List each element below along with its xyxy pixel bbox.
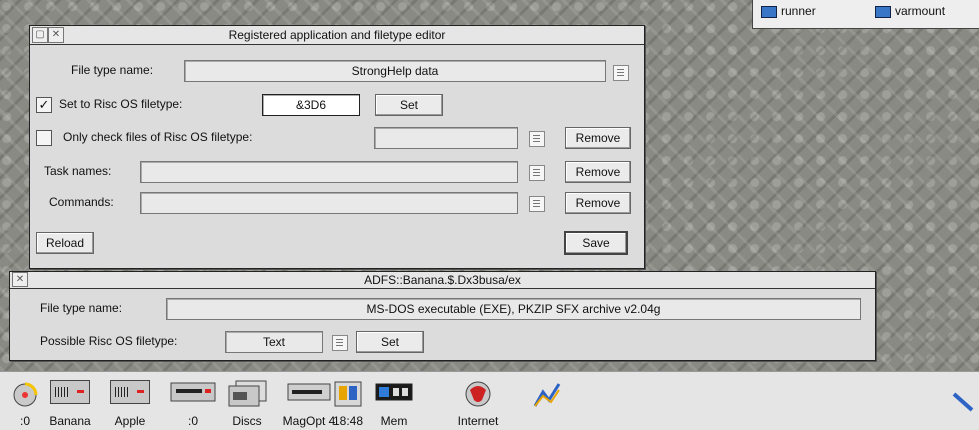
set-filetype-field[interactable]: &3D6 bbox=[262, 94, 360, 116]
possible-filetype-field[interactable]: Text bbox=[225, 331, 323, 353]
iconbar-item-magopt[interactable]: MagOpt 4 bbox=[283, 380, 335, 428]
iconbar-item-internet[interactable]: Internet bbox=[458, 380, 498, 428]
cd-drive-icon bbox=[13, 382, 38, 407]
window-title: ADFS::Banana.$.Dx3busa/ex bbox=[364, 273, 521, 287]
filer-item-runner[interactable]: runner bbox=[761, 4, 816, 18]
iconbar-scroll-indicator bbox=[952, 392, 976, 415]
graph-icon bbox=[533, 383, 561, 407]
window-titlebar[interactable]: ▢ ✕ Registered application and filetype … bbox=[30, 26, 644, 45]
remove-button[interactable]: Remove bbox=[565, 127, 631, 149]
reload-button[interactable]: Reload bbox=[36, 232, 94, 254]
iconbar-label: Banana bbox=[49, 414, 91, 428]
only-check-label: Only check files of Risc OS filetype: bbox=[63, 130, 253, 144]
arrow-icon bbox=[952, 392, 974, 412]
task-names-label: Task names: bbox=[44, 164, 112, 178]
iconbar-item-apple[interactable]: Apple bbox=[110, 380, 150, 428]
iconbar-label: 18:48 bbox=[332, 414, 364, 428]
menu-icon[interactable] bbox=[529, 165, 545, 181]
remove-button[interactable]: Remove bbox=[565, 161, 631, 183]
clock-icon bbox=[334, 381, 362, 407]
iconbar-label: Internet bbox=[457, 414, 499, 428]
only-check-filetype-field[interactable] bbox=[374, 127, 518, 149]
window-title: Registered application and filetype edit… bbox=[228, 28, 446, 42]
floppy-drive-icon bbox=[170, 382, 216, 402]
iconbar-item-floppy[interactable]: :0 bbox=[168, 380, 218, 428]
iconbar-label: Discs bbox=[232, 414, 262, 428]
set-filetype-label: Set to Risc OS filetype: bbox=[59, 97, 183, 111]
possible-filetype-label: Possible Risc OS filetype: bbox=[40, 334, 178, 348]
commands-label: Commands: bbox=[49, 195, 114, 209]
iconbar-label: :0 bbox=[187, 414, 199, 428]
file-type-name-label: File type name: bbox=[71, 63, 154, 77]
iconbar-label: :0 bbox=[19, 414, 31, 428]
directory-icon bbox=[875, 5, 891, 18]
icon-bar: :0 Banana Apple :0 Discs MagOpt 4 18:48 … bbox=[0, 371, 979, 430]
iconbar-item-graph[interactable] bbox=[530, 380, 564, 413]
set-button[interactable]: Set bbox=[375, 94, 443, 116]
iconbar-item-mem[interactable]: Mem bbox=[374, 380, 414, 428]
commands-field[interactable] bbox=[140, 192, 518, 214]
filer-item-label: runner bbox=[781, 4, 816, 18]
filer-window-fragment: runner varmount bbox=[752, 0, 979, 29]
directory-icon bbox=[761, 5, 777, 18]
iconbar-label: Mem bbox=[380, 414, 408, 428]
menu-icon[interactable] bbox=[613, 65, 629, 81]
discs-icon bbox=[228, 380, 267, 407]
filetype-editor-window: ▢ ✕ Registered application and filetype … bbox=[29, 25, 645, 269]
hard-disc-icon bbox=[110, 380, 150, 404]
iconbar-label: MagOpt 4 bbox=[282, 414, 336, 428]
file-type-name-field[interactable]: MS-DOS executable (EXE), PKZIP SFX archi… bbox=[166, 298, 861, 320]
file-type-name-label: File type name: bbox=[40, 301, 123, 315]
iconbar-label: Apple bbox=[114, 414, 146, 428]
menu-icon[interactable] bbox=[529, 131, 545, 147]
filer-item-label: varmount bbox=[895, 4, 946, 18]
window-titlebar[interactable]: ✕ ADFS::Banana.$.Dx3busa/ex bbox=[10, 272, 875, 289]
task-names-field[interactable] bbox=[140, 161, 518, 183]
file-info-window: ✕ ADFS::Banana.$.Dx3busa/ex File type na… bbox=[9, 271, 876, 361]
only-check-checkbox[interactable] bbox=[36, 130, 52, 146]
iconbar-item-discs[interactable]: Discs bbox=[225, 380, 269, 428]
memory-icon bbox=[375, 383, 413, 401]
internet-icon bbox=[465, 381, 491, 407]
filer-item-varmount[interactable]: varmount bbox=[875, 4, 945, 18]
magneto-optical-icon bbox=[287, 383, 331, 401]
iconbar-item-cd[interactable]: :0 bbox=[10, 380, 40, 428]
file-type-name-field[interactable]: StrongHelp data bbox=[184, 60, 606, 82]
iconbar-item-banana[interactable]: Banana bbox=[49, 380, 91, 428]
set-filetype-checkbox[interactable]: ✓ bbox=[36, 97, 52, 113]
save-button[interactable]: Save bbox=[564, 231, 628, 255]
set-button[interactable]: Set bbox=[356, 331, 424, 353]
iconbar-item-clock[interactable]: 18:48 bbox=[330, 380, 366, 428]
hard-disc-icon bbox=[50, 380, 90, 404]
menu-icon[interactable] bbox=[332, 335, 348, 351]
menu-icon[interactable] bbox=[529, 196, 545, 212]
remove-button[interactable]: Remove bbox=[565, 192, 631, 214]
